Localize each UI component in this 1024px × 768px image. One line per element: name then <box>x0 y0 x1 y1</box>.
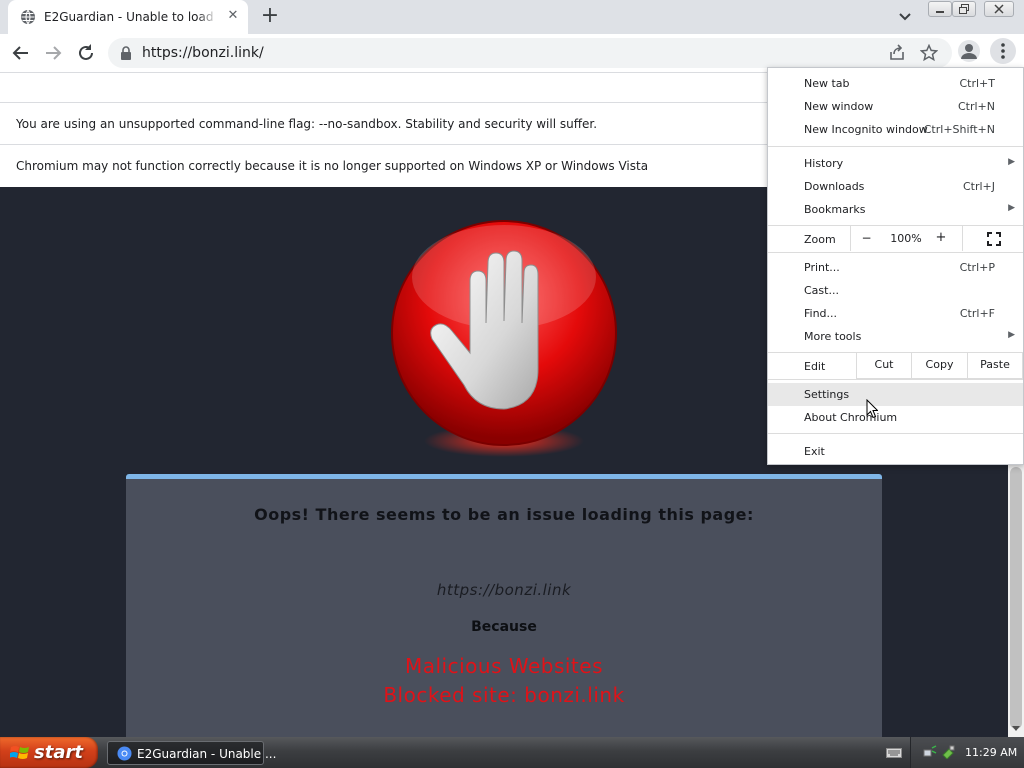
menu-item-label: Cast... <box>804 284 839 297</box>
menu-item-new-tab[interactable]: New tab Ctrl+T <box>768 72 1023 95</box>
menu-item-exit[interactable]: Exit <box>768 440 1023 463</box>
windows-logo-icon <box>10 746 29 759</box>
menu-item-label: Settings <box>804 388 850 401</box>
reload-icon[interactable] <box>75 42 97 64</box>
stop-hand-icon <box>391 220 617 457</box>
menu-item-shortcut: Ctrl+Shift+N <box>923 123 995 136</box>
menu-item-label: Downloads <box>804 180 865 193</box>
cut-button[interactable]: Cut <box>856 352 912 379</box>
menu-item-new-window[interactable]: New window Ctrl+N <box>768 95 1023 118</box>
menu-item-label: History <box>804 157 844 170</box>
forward-arrow-icon[interactable] <box>42 42 64 64</box>
menu-item-label: More tools <box>804 330 862 343</box>
taskbar-clock: 11:29 AM <box>965 746 1018 759</box>
menu-separator <box>768 252 1023 253</box>
menu-item-label: Exit <box>804 445 825 458</box>
menu-item-label: New Incognito window <box>804 123 928 136</box>
address-bar[interactable]: https://bonzi.link/ <box>108 38 952 68</box>
block-reason: Blocked site: bonzi.link <box>383 683 625 707</box>
share-icon[interactable] <box>888 44 906 62</box>
tab-title: E2Guardian - Unable to load website <box>44 10 218 24</box>
paste-button[interactable]: Paste <box>967 352 1023 379</box>
block-category: Malicious Websites <box>404 654 603 678</box>
start-button[interactable]: start <box>0 737 98 768</box>
menu-item-label: New tab <box>804 77 850 90</box>
menu-item-shortcut: Ctrl+P <box>959 261 995 274</box>
lock-icon[interactable] <box>120 46 132 60</box>
chevron-down-icon[interactable] <box>896 9 914 25</box>
menu-separator <box>768 379 1023 380</box>
submenu-arrow-icon: ▶ <box>1008 330 1015 340</box>
menu-item-label: New window <box>804 100 874 113</box>
menu-item-settings[interactable]: Settings <box>768 383 1023 406</box>
menu-item-find[interactable]: Find... Ctrl+F <box>768 302 1023 325</box>
bookmark-star-icon[interactable] <box>920 44 938 62</box>
menu-item-shortcut: Ctrl+J <box>962 180 995 193</box>
keyboard-icon[interactable] <box>886 747 902 759</box>
minimize-button[interactable] <box>928 1 952 17</box>
network-icon[interactable] <box>923 745 937 759</box>
menu-item-bookmarks[interactable]: Bookmarks ▶ <box>768 198 1023 221</box>
menu-zoom-row: Zoom − 100% + <box>768 226 1023 251</box>
taskbar: start E2Guardian - Unable ... 11:29 AM <box>0 737 1024 768</box>
menu-item-new-incognito[interactable]: New Incognito window Ctrl+Shift+N <box>768 118 1023 141</box>
start-label: start <box>34 742 83 763</box>
minimize-icon <box>936 11 944 13</box>
menu-item-about[interactable]: About Chromium <box>768 406 1023 429</box>
menu-item-downloads[interactable]: Downloads Ctrl+J <box>768 175 1023 198</box>
restore-icon <box>959 4 969 14</box>
fullscreen-button[interactable] <box>962 226 1022 251</box>
menu-item-history[interactable]: History ▶ <box>768 152 1023 175</box>
menu-item-print[interactable]: Print... Ctrl+P <box>768 256 1023 279</box>
tab-e2guardian[interactable]: E2Guardian - Unable to load website ✕ <box>8 0 248 34</box>
menu-item-shortcut: Ctrl+F <box>959 307 995 320</box>
fullscreen-icon <box>987 232 1001 246</box>
mouse-pointer-icon <box>866 399 878 419</box>
zoom-label: Zoom <box>804 233 836 246</box>
menu-item-label: About Chromium <box>804 411 898 424</box>
close-icon <box>994 4 1004 14</box>
zoom-out-button[interactable]: − <box>850 226 882 251</box>
zoom-level: 100% <box>890 232 922 245</box>
infobar-text: You are using an unsupported command-lin… <box>16 117 598 131</box>
submenu-arrow-icon: ▶ <box>1008 157 1015 167</box>
menu-separator <box>768 146 1023 147</box>
system-tray: 11:29 AM <box>910 737 1024 768</box>
restore-button[interactable] <box>952 1 976 17</box>
close-window-button[interactable] <box>984 1 1014 17</box>
taskbar-item-label: E2Guardian - Unable ... <box>137 747 277 761</box>
infobar-text: Chromium may not function correctly beca… <box>16 159 649 173</box>
zoom-in-button[interactable]: + <box>928 226 954 251</box>
back-arrow-icon[interactable] <box>10 42 32 64</box>
scroll-down-arrow-icon[interactable] <box>1011 725 1021 733</box>
error-card: Oops! There seems to be an issue loading… <box>126 474 882 737</box>
browser-menu: New tab Ctrl+T New window Ctrl+N New Inc… <box>767 67 1024 465</box>
menu-item-cast[interactable]: Cast... <box>768 279 1023 302</box>
profile-avatar-icon[interactable] <box>958 40 980 62</box>
submenu-arrow-icon: ▶ <box>1008 203 1015 213</box>
copy-button[interactable]: Copy <box>911 352 968 379</box>
menu-kebab-icon[interactable] <box>990 38 1016 64</box>
url-text[interactable]: https://bonzi.link/ <box>142 45 264 61</box>
menu-item-label: Print... <box>804 261 840 274</box>
menu-separator <box>768 433 1023 434</box>
menu-item-shortcut: Ctrl+N <box>957 100 995 113</box>
because-label: Because <box>471 619 537 635</box>
taskbar-item-chromium[interactable]: E2Guardian - Unable ... <box>107 741 276 765</box>
menu-item-label: Find... <box>804 307 838 320</box>
menu-edit-row: Edit Cut Copy Paste <box>768 352 1023 379</box>
menu-item-shortcut: Ctrl+T <box>959 77 995 90</box>
blocked-url: https://bonzi.link <box>436 581 572 599</box>
tab-strip: E2Guardian - Unable to load website ✕ + <box>0 0 1024 34</box>
new-tab-button[interactable]: + <box>258 5 282 29</box>
safely-remove-hardware-icon[interactable] <box>941 745 955 759</box>
chromium-icon <box>117 746 132 761</box>
menu-item-more-tools[interactable]: More tools ▶ <box>768 325 1023 348</box>
error-headline: Oops! There seems to be an issue loading… <box>254 505 754 524</box>
edit-label: Edit <box>804 360 826 373</box>
globe-icon <box>21 9 35 25</box>
scrollbar-thumb[interactable] <box>1010 467 1022 729</box>
menu-item-label: Bookmarks <box>804 203 866 216</box>
tab-close-icon[interactable]: ✕ <box>224 7 242 25</box>
